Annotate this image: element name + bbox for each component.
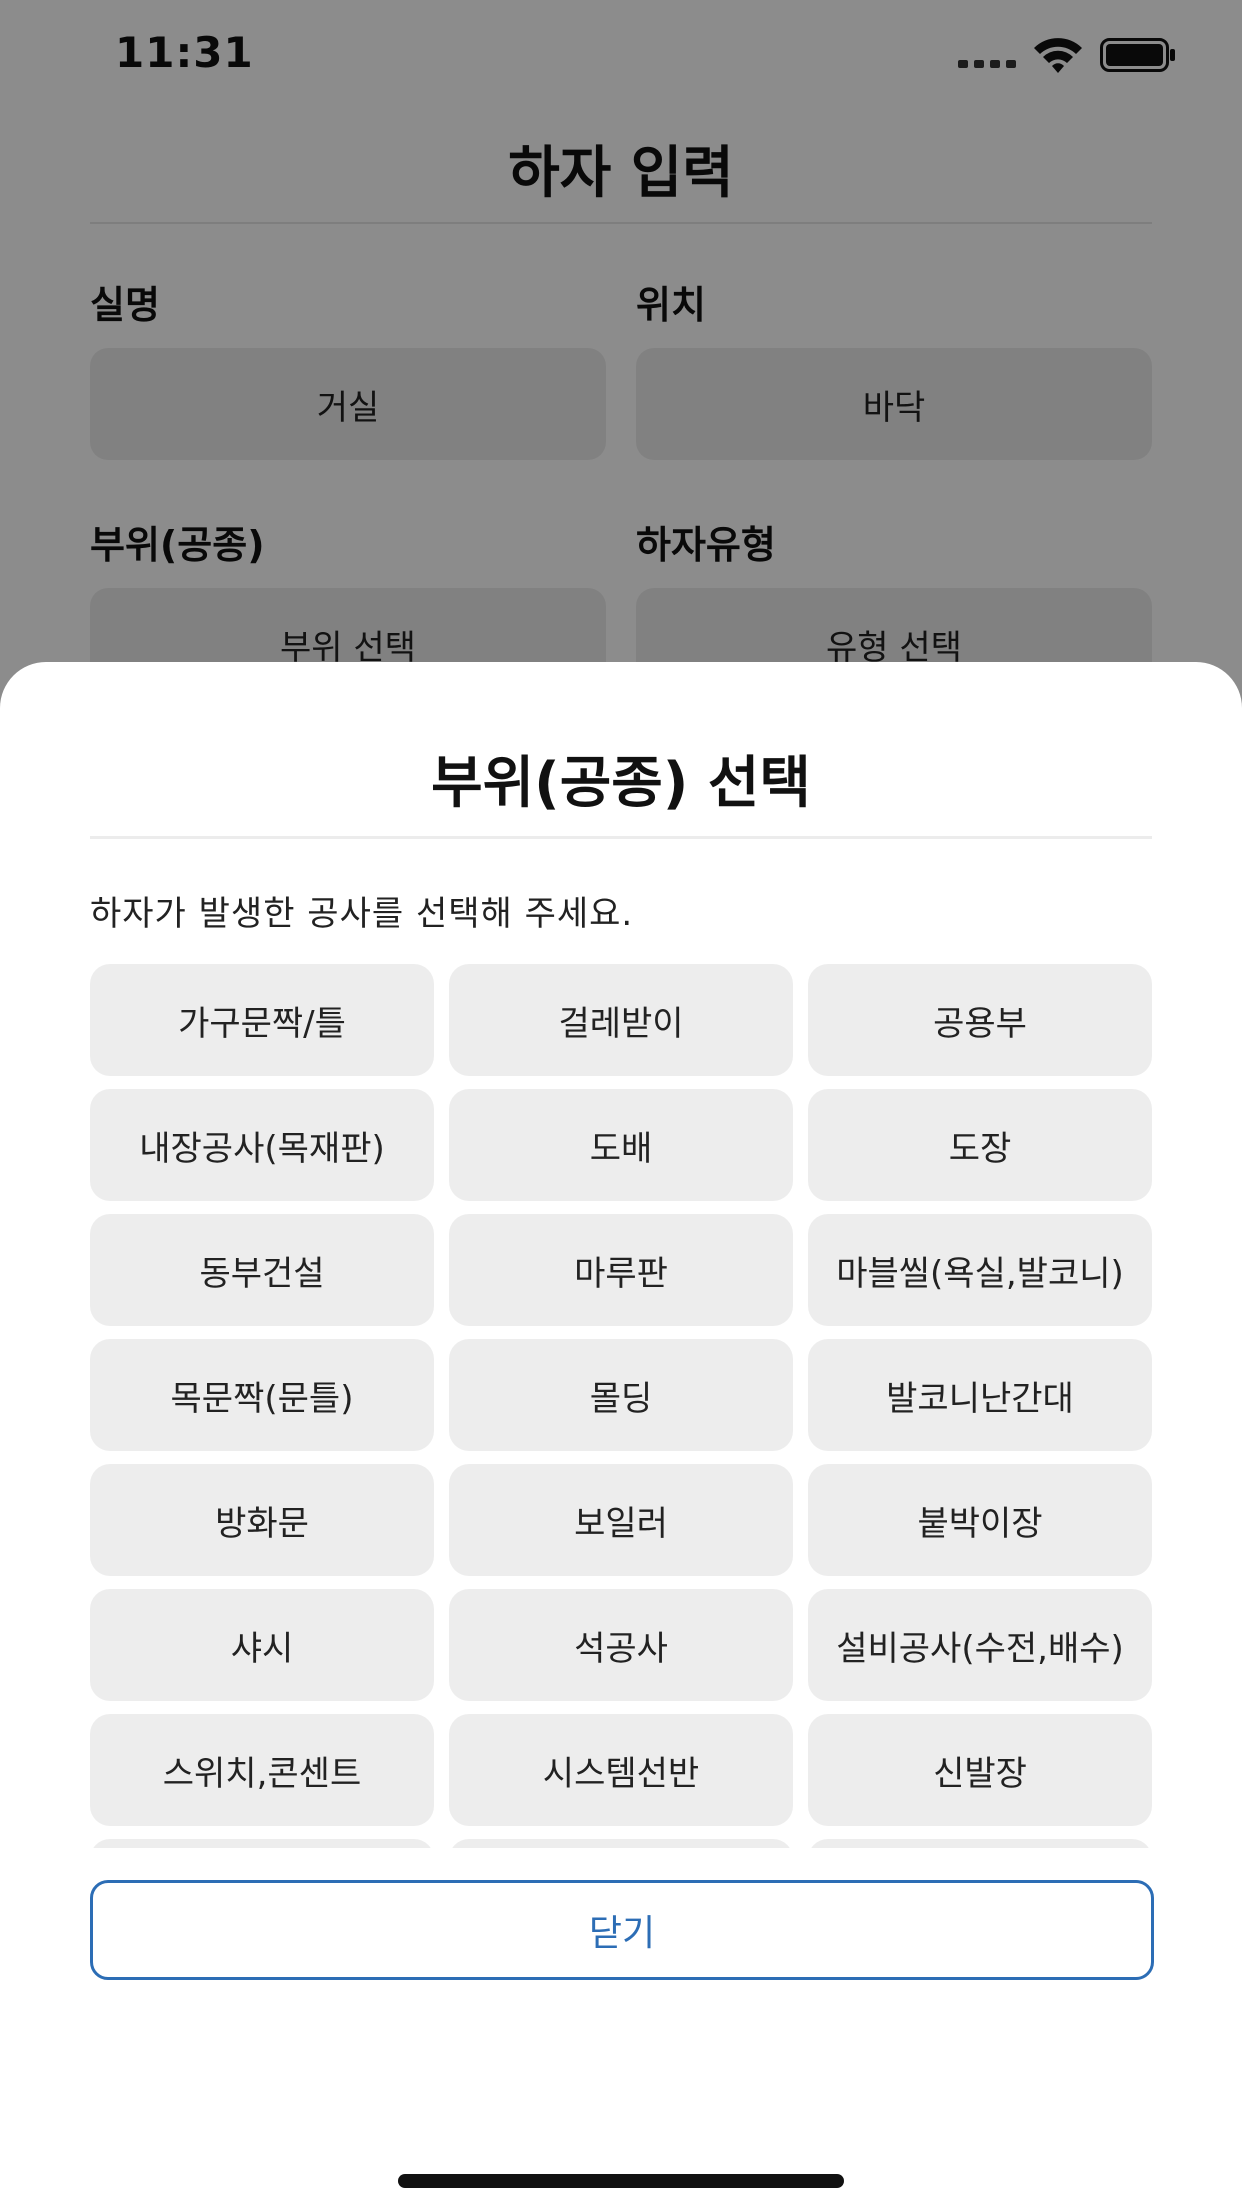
option-chip[interactable]: 방화문 <box>90 1464 434 1576</box>
sheet-title: 부위(공종) 선택 <box>431 751 811 816</box>
option-chip[interactable]: 걸레받이 <box>449 964 793 1076</box>
option-chip[interactable]: 공용부 <box>808 964 1152 1076</box>
option-chip[interactable]: 석공사 <box>449 1589 793 1701</box>
option-chip[interactable]: 신발장 <box>808 1714 1152 1826</box>
option-chip[interactable]: 도장 <box>808 1089 1152 1201</box>
option-chip[interactable]: 샤시 <box>90 1589 434 1701</box>
option-chip[interactable]: 발코니난간대 <box>808 1339 1152 1451</box>
sheet-description: 하자가 발생한 공사를 선택해 주세요. <box>90 894 634 934</box>
options-grid: 가구문짝/틀 걸레받이 공용부 내장공사(목재판) 도배 도장 동부건설 마루판… <box>90 964 1152 1848</box>
option-chip[interactable]: 시스템선반 <box>449 1714 793 1826</box>
option-chip[interactable] <box>449 1839 793 1848</box>
option-chip[interactable]: 스위치,콘센트 <box>90 1714 434 1826</box>
close-button[interactable]: 닫기 <box>90 1880 1154 1980</box>
option-chip[interactable] <box>90 1839 434 1848</box>
option-chip[interactable]: 마루판 <box>449 1214 793 1326</box>
option-chip[interactable] <box>808 1839 1152 1848</box>
option-chip[interactable]: 붙박이장 <box>808 1464 1152 1576</box>
option-chip[interactable]: 보일러 <box>449 1464 793 1576</box>
option-chip[interactable]: 내장공사(목재판) <box>90 1089 434 1201</box>
option-chip[interactable]: 가구문짝/틀 <box>90 964 434 1076</box>
part-select-sheet: 부위(공종) 선택 하자가 발생한 공사를 선택해 주세요. 가구문짝/틀 걸레… <box>0 662 1242 2208</box>
options-scroll-area[interactable]: 가구문짝/틀 걸레받이 공용부 내장공사(목재판) 도배 도장 동부건설 마루판… <box>90 964 1152 1848</box>
home-indicator[interactable] <box>398 2174 844 2188</box>
option-chip[interactable]: 마블씰(욕실,발코니) <box>808 1214 1152 1326</box>
option-chip[interactable]: 동부건설 <box>90 1214 434 1326</box>
option-chip[interactable]: 몰딩 <box>449 1339 793 1451</box>
sheet-divider <box>90 836 1152 839</box>
option-chip[interactable]: 목문짝(문틀) <box>90 1339 434 1451</box>
option-chip[interactable]: 도배 <box>449 1089 793 1201</box>
option-chip[interactable]: 설비공사(수전,배수) <box>808 1589 1152 1701</box>
